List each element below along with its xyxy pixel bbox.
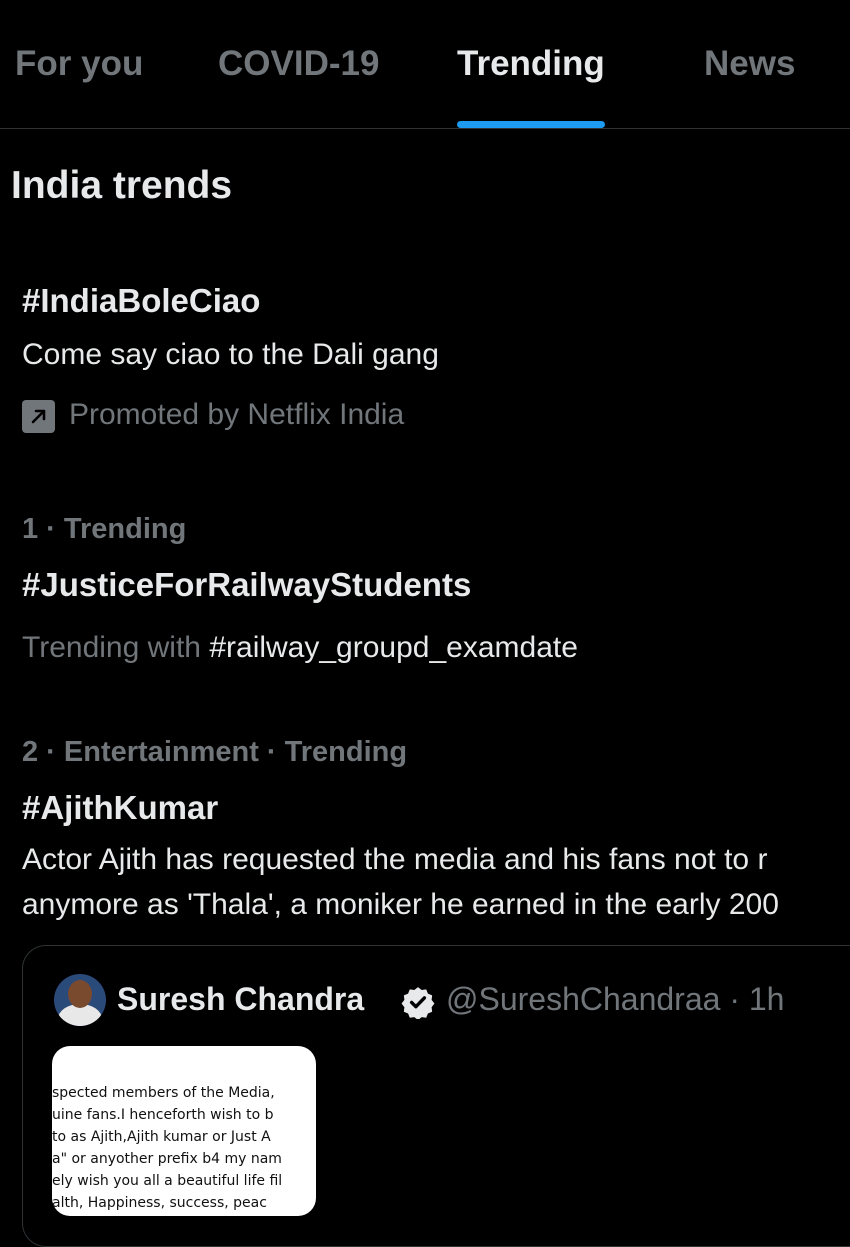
- tab-covid-19[interactable]: COVID-19: [218, 44, 379, 128]
- image-text-line: alth, Happiness, success, peac: [52, 1195, 267, 1211]
- avatar[interactable]: [54, 974, 106, 1026]
- tab-for-you[interactable]: For you: [15, 44, 143, 128]
- verified-badge-icon: [401, 987, 435, 1019]
- promoted-arrow-icon: [22, 400, 55, 433]
- trend-2-hashtag[interactable]: #AjithKumar: [22, 789, 218, 827]
- image-text-line: a" or anyother prefix b4 my nam: [52, 1151, 282, 1167]
- tweet-author-handle-time[interactable]: @SureshChandraa · 1h: [446, 981, 784, 1018]
- tweet-author-name[interactable]: Suresh Chandra: [117, 981, 364, 1018]
- promoted-trend-hashtag[interactable]: #IndiaBoleCiao: [22, 282, 260, 320]
- avatar-face: [68, 980, 92, 1008]
- image-text-line: to as Ajith,Ajith kumar or Just A: [52, 1129, 271, 1145]
- trend-2-meta: 2 · Entertainment · Trending: [22, 736, 408, 768]
- active-tab-indicator: [457, 121, 605, 128]
- trend-2-description-line-2: anymore as 'Thala', a moniker he earned …: [22, 888, 779, 921]
- promoted-trend-description: Come say ciao to the Dali gang: [22, 338, 439, 371]
- section-title: India trends: [11, 164, 233, 207]
- image-text-line: spected members of the Media,: [52, 1085, 275, 1101]
- image-text-line: ely wish you all a beautiful life fil: [52, 1173, 283, 1189]
- tab-news[interactable]: News: [704, 44, 795, 128]
- trend-2-description-line-1: Actor Ajith has requested the media and …: [22, 843, 768, 876]
- trend-1-meta: 1 · Trending: [22, 513, 187, 545]
- promoted-by-label: Promoted by Netflix India: [69, 398, 405, 431]
- trend-1-hashtag[interactable]: #JusticeForRailwayStudents: [22, 566, 471, 604]
- tweet-image[interactable]: spected members of the Media, uine fans.…: [52, 1046, 316, 1216]
- tab-trending[interactable]: Trending: [457, 44, 605, 128]
- trending-with-hashtag[interactable]: #railway_groupd_examdate: [209, 631, 578, 664]
- tab-trending-label: Trending: [457, 44, 605, 83]
- trend-1-trending-with: Trending with #railway_groupd_examdate: [22, 631, 578, 665]
- explore-tab-bar: For you COVID-19 Trending News: [0, 0, 850, 129]
- trending-with-label: Trending with: [22, 631, 201, 664]
- image-text-line: uine fans.I henceforth wish to b: [52, 1107, 274, 1123]
